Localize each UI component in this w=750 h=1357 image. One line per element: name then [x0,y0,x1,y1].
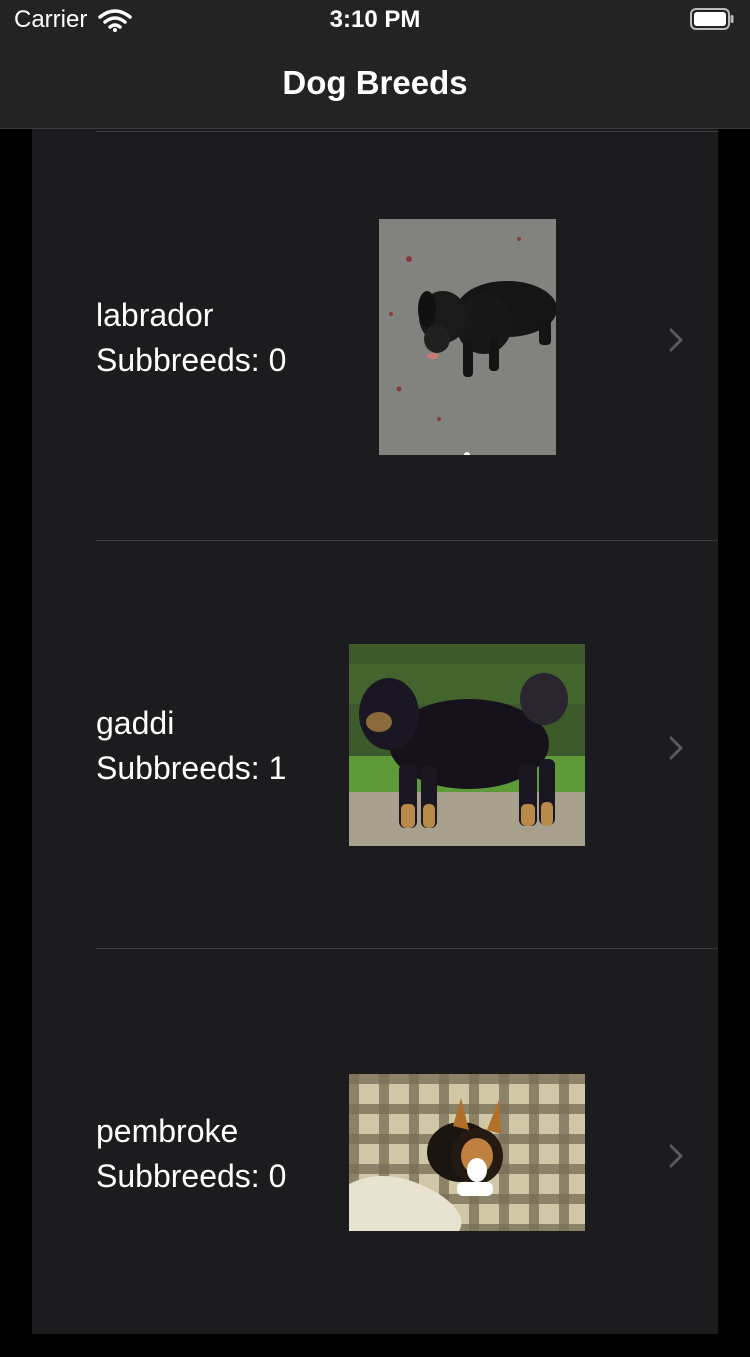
breed-name: labrador [96,297,214,333]
battery-icon [690,8,734,30]
status-bar: Carrier 3:10 PM [0,0,750,40]
chevron-right-icon [669,328,683,352]
list-item-labrador[interactable]: labrador Subbreeds: 0 [32,133,718,541]
chevron-right-icon [669,736,683,760]
breed-list[interactable]: labrador Subbreeds: 0 gaddi Subbreeds: 1… [32,129,718,1334]
subbreed-count: Subbreeds: 0 [96,342,287,378]
black-labrador-photo [379,219,556,455]
chevron-right-icon [669,1144,683,1168]
black-and-tan-mastiff-photo [349,644,585,846]
breed-name: pembroke [96,1113,239,1149]
separator [96,131,718,132]
corgi-on-plaid-blanket-photo [349,1074,585,1231]
clock: 3:10 PM [329,6,421,33]
navigation-bar: Dog Breeds [0,40,750,129]
subbreed-count: Subbreeds: 1 [96,750,287,786]
list-item-gaddi[interactable]: gaddi Subbreeds: 1 [32,541,718,949]
breed-name: gaddi [96,705,175,741]
list-item-pembroke[interactable]: pembroke Subbreeds: 0 [32,949,718,1357]
subbreed-count: Subbreeds: 0 [96,1158,287,1194]
page-title: Dog Breeds [282,64,468,101]
